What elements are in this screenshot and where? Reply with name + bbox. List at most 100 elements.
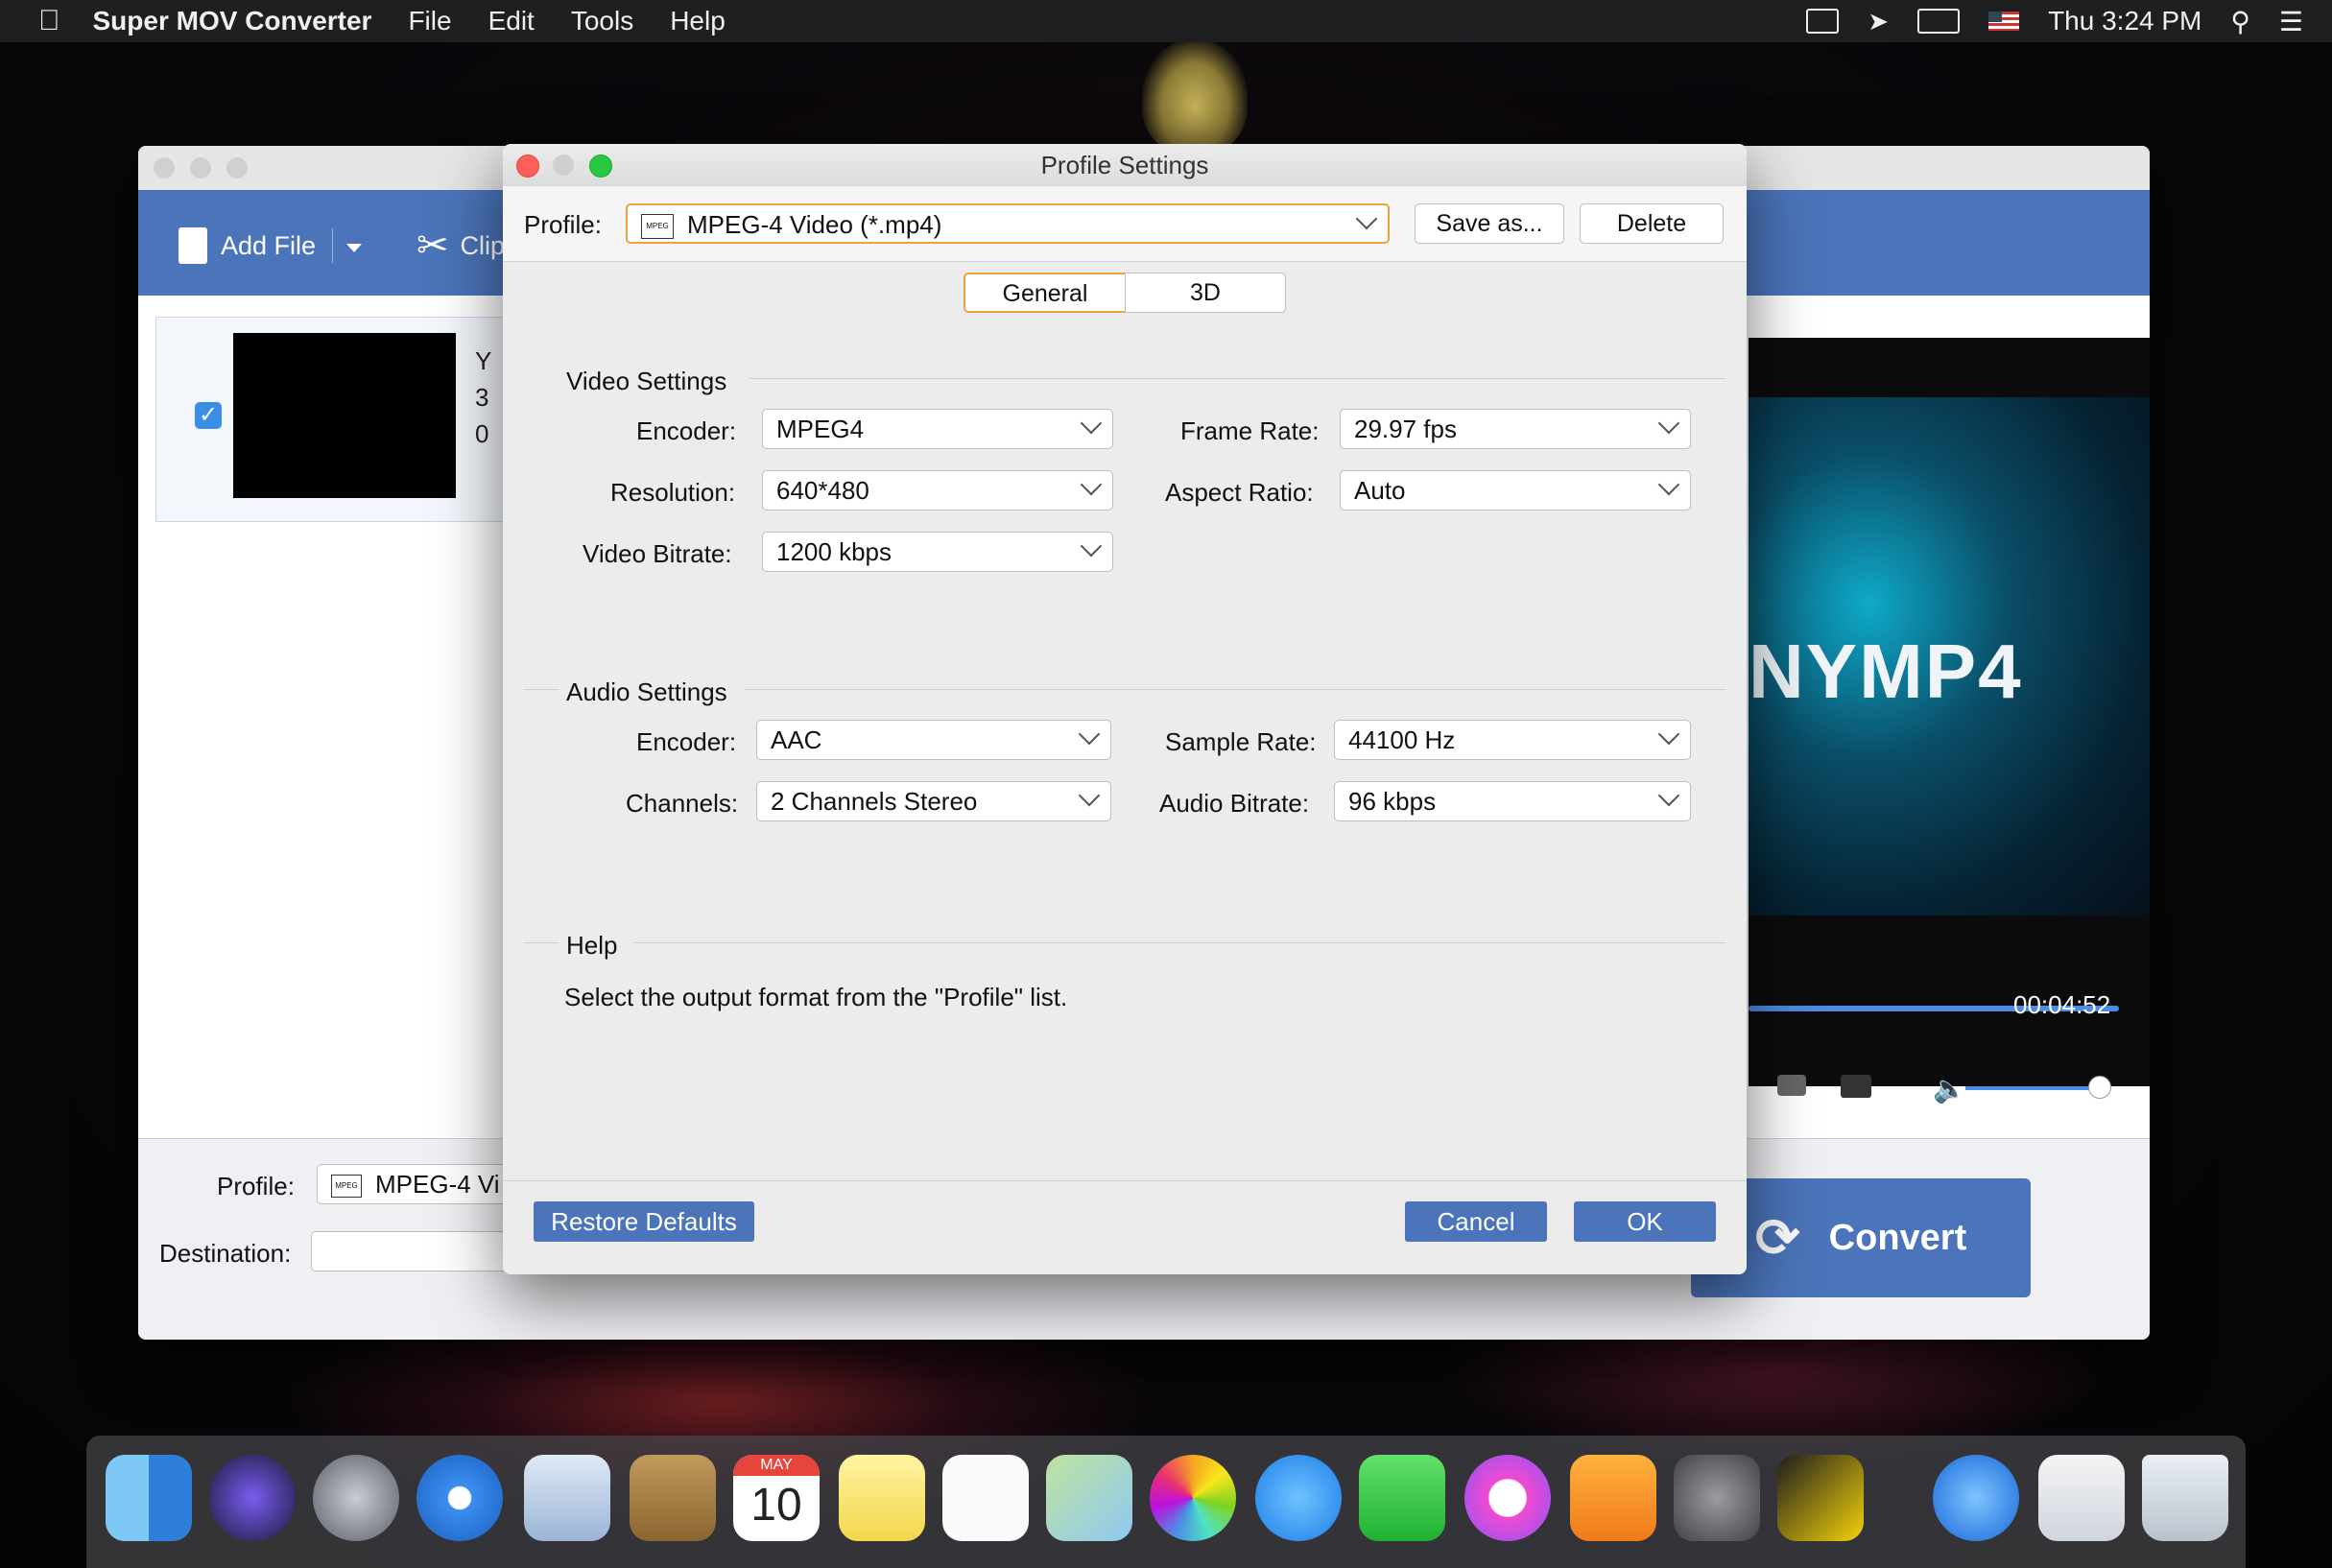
preview-pane: NYMP4 (1749, 338, 2150, 1086)
audio-settings-heading: Audio Settings (566, 677, 727, 706)
menu-app-name[interactable]: Super MOV Converter (93, 6, 372, 36)
calendar-icon[interactable]: MAY 10 (733, 1455, 820, 1541)
location-icon[interactable]: ➤ (1868, 7, 1889, 36)
section-divider (633, 942, 1725, 943)
tab-general[interactable]: General (964, 273, 1127, 313)
aspect-ratio-label: Aspect Ratio: (1165, 478, 1314, 507)
chevron-down-icon (1657, 412, 1680, 435)
airplay-icon[interactable] (1806, 9, 1840, 34)
volume-slider[interactable] (1965, 1076, 2111, 1099)
calendar-month: MAY (733, 1455, 820, 1476)
add-file-label: Add File (221, 230, 317, 260)
chevron-down-icon (1657, 784, 1680, 807)
video-encoder-label: Encoder: (636, 416, 737, 445)
zoom-button[interactable] (226, 157, 248, 178)
frame-rate-label: Frame Rate: (1180, 416, 1320, 445)
delete-button[interactable]: Delete (1580, 203, 1724, 244)
notification-center-icon[interactable]: ☰ (2279, 6, 2303, 37)
video-thumbnail (233, 333, 456, 498)
audio-bitrate-select[interactable]: 96 kbps (1334, 781, 1691, 821)
finder-icon[interactable] (106, 1455, 192, 1541)
mail-icon[interactable] (524, 1455, 610, 1541)
add-file-button[interactable]: Add File (178, 225, 316, 267)
maps-icon[interactable] (1046, 1455, 1132, 1541)
system-preferences-icon[interactable] (1674, 1455, 1760, 1541)
add-file-icon (178, 227, 207, 264)
audio-encoder-select[interactable]: AAC (756, 720, 1111, 760)
menubar-clock[interactable]: Thu 3:24 PM (2048, 6, 2201, 36)
dialog-close-button[interactable] (516, 154, 539, 178)
volume-icon[interactable]: 🔈 (1933, 1073, 1966, 1105)
menu-bar:  Super MOV Converter File Edit Tools He… (0, 0, 2332, 42)
calendar-day: 10 (750, 1480, 802, 1531)
minimize-button[interactable] (190, 157, 211, 178)
ok-button[interactable]: OK (1574, 1201, 1716, 1242)
sample-rate-select[interactable]: 44100 Hz (1334, 720, 1691, 760)
video-encoder-select[interactable]: MPEG4 (762, 409, 1113, 449)
chevron-down-icon (1078, 784, 1101, 807)
snapshot-icon[interactable] (1777, 1075, 1806, 1096)
profile-settings-dialog: Profile Settings Profile: MPEG MPEG-4 Vid… (503, 144, 1747, 1274)
file-info-partial: Y 3 0 (475, 346, 492, 448)
dialog-zoom-button[interactable] (589, 154, 612, 178)
output-profile-label: Profile: (217, 1172, 295, 1200)
input-source-flag-icon[interactable] (1988, 12, 2020, 31)
apple-icon[interactable]:  (38, 5, 60, 37)
channels-select[interactable]: 2 Channels Stereo (756, 781, 1111, 821)
reminders-icon[interactable] (942, 1455, 1029, 1541)
video-bitrate-select[interactable]: 1200 kbps (762, 532, 1113, 572)
ibooks-icon[interactable] (1570, 1455, 1656, 1541)
restore-defaults-button[interactable]: Restore Defaults (534, 1201, 754, 1242)
chevron-down-icon (1078, 723, 1101, 746)
chevron-down-icon (346, 244, 362, 252)
safari-icon[interactable] (416, 1455, 503, 1541)
messages-icon[interactable] (1255, 1455, 1342, 1541)
audio-encoder-label: Encoder: (636, 727, 737, 756)
close-button[interactable] (154, 157, 175, 178)
section-divider (749, 378, 1725, 379)
menu-tools[interactable]: Tools (571, 6, 633, 36)
file-checkbox[interactable]: ✓ (195, 402, 222, 429)
trash-icon[interactable] (2142, 1455, 2228, 1541)
chevron-down-icon (1080, 535, 1103, 558)
help-heading: Help (566, 931, 618, 960)
preview-logo-text: NYMP4 (1749, 629, 2023, 714)
profile-select[interactable]: MPEG MPEG-4 Video (*.mp4) (626, 203, 1390, 244)
resolution-select[interactable]: 640*480 (762, 470, 1113, 511)
folder-icon[interactable] (1841, 1075, 1871, 1098)
chevron-down-icon (1657, 723, 1680, 746)
preview-image: NYMP4 (1749, 397, 2150, 915)
profile-select-value: MPEG-4 Video (*.mp4) (687, 210, 942, 239)
launchpad-icon[interactable] (313, 1455, 399, 1541)
clip-button[interactable]: ✂ Clip (416, 225, 505, 267)
mov-converter-icon[interactable] (1777, 1455, 1864, 1541)
cancel-button[interactable]: Cancel (1405, 1201, 1547, 1242)
menu-file[interactable]: File (408, 6, 451, 36)
save-as-button[interactable]: Save as... (1415, 203, 1564, 244)
notes-icon[interactable] (839, 1455, 925, 1541)
menu-help[interactable]: Help (670, 6, 726, 36)
itunes-icon[interactable] (1464, 1455, 1551, 1541)
spotlight-search-icon[interactable]: ⚲ (2230, 6, 2250, 37)
facetime-icon[interactable] (1359, 1455, 1445, 1541)
video-bitrate-label: Video Bitrate: (583, 539, 732, 568)
add-file-dropdown[interactable] (332, 228, 371, 263)
menu-edit[interactable]: Edit (488, 6, 535, 36)
photos-icon[interactable] (1150, 1455, 1236, 1541)
section-divider (524, 689, 559, 690)
volume-slider-knob[interactable] (2088, 1076, 2111, 1099)
video-settings-heading: Video Settings (566, 367, 727, 395)
siri-icon[interactable] (209, 1455, 296, 1541)
aspect-ratio-select[interactable]: Auto (1340, 470, 1691, 511)
dialog-minimize-button[interactable] (553, 154, 574, 176)
frame-rate-select[interactable]: 29.97 fps (1340, 409, 1691, 449)
chevron-down-icon (1355, 207, 1378, 230)
playback-time: 00:04:52 (2013, 990, 2111, 1019)
app-store-icon[interactable] (1933, 1455, 2019, 1541)
tab-3d[interactable]: 3D (1125, 273, 1286, 313)
profile-label: Profile: (524, 210, 602, 239)
preview-icon[interactable] (2038, 1455, 2125, 1541)
display-icon[interactable] (1917, 9, 1961, 34)
sample-rate-label: Sample Rate: (1165, 727, 1317, 756)
contacts-icon[interactable] (630, 1455, 716, 1541)
